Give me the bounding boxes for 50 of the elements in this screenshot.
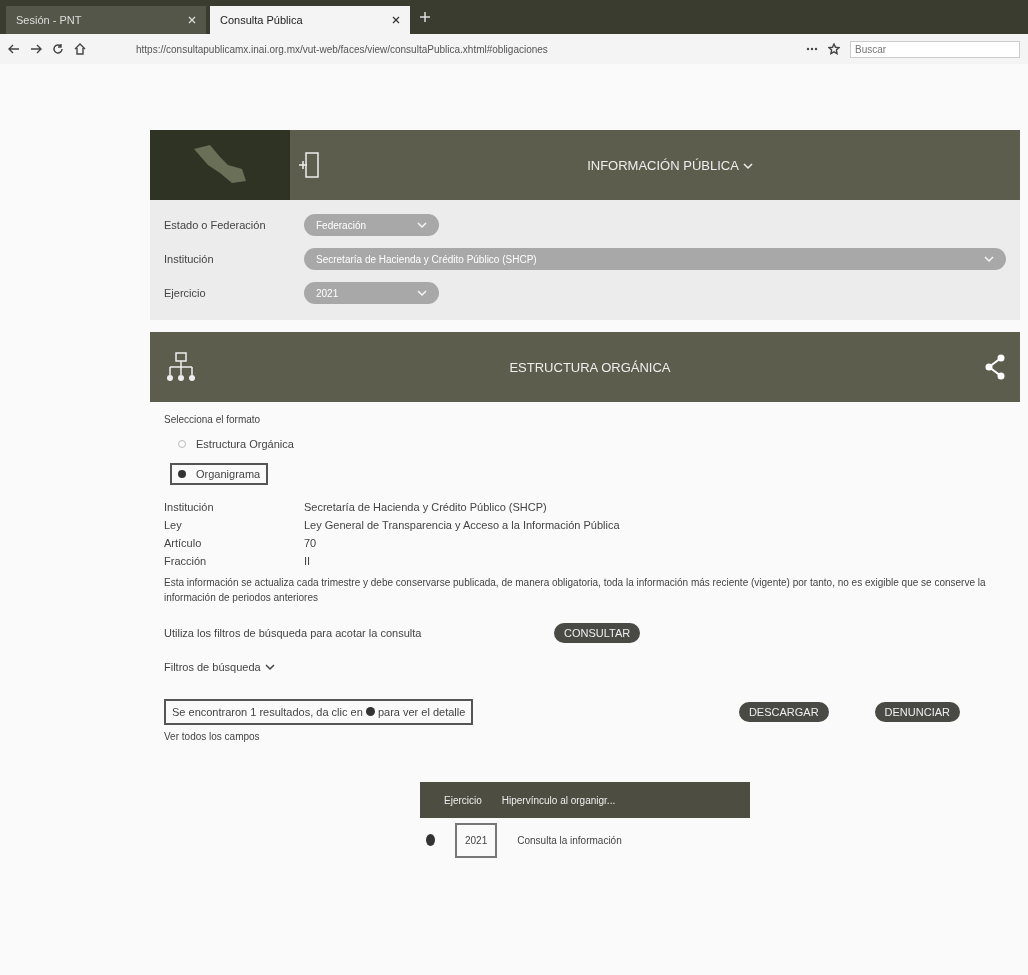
search-field[interactable]: Buscar: [850, 40, 1020, 58]
chevron-down-icon: [984, 255, 994, 263]
field-label: Institución: [164, 253, 215, 265]
detail-value: Secretaría de Hacienda y Crédito Público (SHCP): [304, 501, 548, 513]
field-label: Ejercicio: [164, 287, 207, 299]
detail-label: Ley: [164, 519, 183, 531]
table-link[interactable]: Consulta la información: [517, 834, 622, 846]
download-button[interactable]: DESCARGAR: [738, 702, 829, 722]
query-hint: Utiliza los filtros de búsqueda para acotar la consulta: [164, 627, 423, 639]
info-icon[interactable]: [426, 834, 435, 846]
chevron-down-icon: [417, 289, 427, 297]
format-option[interactable]: Estructura Orgánica: [170, 433, 302, 455]
format-option[interactable]: Organigrama: [170, 463, 269, 485]
reload-icon[interactable]: [52, 43, 64, 55]
results-message: Se encontraron 1 resultados, da clic en para ver el detalle: [164, 699, 474, 725]
filters-toggle[interactable]: Filtros de búsqueda: [164, 661, 261, 673]
detail-label: Fracción: [164, 555, 208, 567]
back-icon[interactable]: [8, 44, 20, 54]
browser-tab[interactable]: Sesión - PNT: [6, 6, 206, 34]
forward-icon[interactable]: [30, 44, 42, 54]
consult-button[interactable]: CONSULTAR: [554, 623, 641, 643]
chevron-down-icon[interactable]: [264, 663, 275, 671]
section-title: ESTRUCTURA ORGÁNICA: [508, 359, 672, 375]
format-prompt: Selecciona el formato: [164, 414, 262, 425]
nav-menu-title[interactable]: INFORMACIÓN PÚBLICA: [587, 157, 739, 173]
chevron-down-icon: [417, 221, 427, 229]
info-icon: [365, 707, 375, 716]
detail-label: Artículo: [164, 537, 203, 549]
detail-label: Institución: [164, 501, 215, 513]
detail-value: II: [304, 555, 312, 567]
info-note: Esta información se actualiza cada trimestre y debe conservarse publicada, de manera obligatoria, toda la información más reciente (vigente) por tanto, no es exigible que se conserve la información de periodos anteriores: [164, 576, 987, 605]
browser-tab[interactable]: Consulta Pública: [210, 6, 410, 34]
column-header: Ejercicio: [444, 794, 482, 806]
column-header: Hipervínculo al organigr...: [501, 794, 616, 806]
menu-icon[interactable]: [806, 47, 818, 51]
table-cell: 2021: [455, 822, 498, 858]
report-button[interactable]: DENUNCIAR: [874, 702, 960, 722]
field-label: Estado o Federación: [164, 219, 267, 231]
org-chart-icon: [166, 351, 196, 383]
radio-icon[interactable]: [178, 470, 186, 478]
address-bar[interactable]: https://consultapublicamx.inai.org.mx/vut-web/faces/view/consultaPublica.xhtml#obligaciones: [136, 43, 796, 55]
share-icon[interactable]: [984, 354, 1006, 380]
detail-value: 70: [304, 537, 318, 549]
home-icon[interactable]: [74, 43, 86, 55]
detail-value: Ley General de Transparencia y Acceso a la Información Pública: [304, 519, 621, 531]
show-all-link[interactable]: Ver todos los campos: [164, 731, 1006, 742]
close-icon[interactable]: [392, 16, 400, 24]
new-tab-icon[interactable]: [420, 12, 430, 22]
bookmark-star-icon[interactable]: [828, 43, 840, 55]
login-icon[interactable]: [298, 151, 320, 179]
